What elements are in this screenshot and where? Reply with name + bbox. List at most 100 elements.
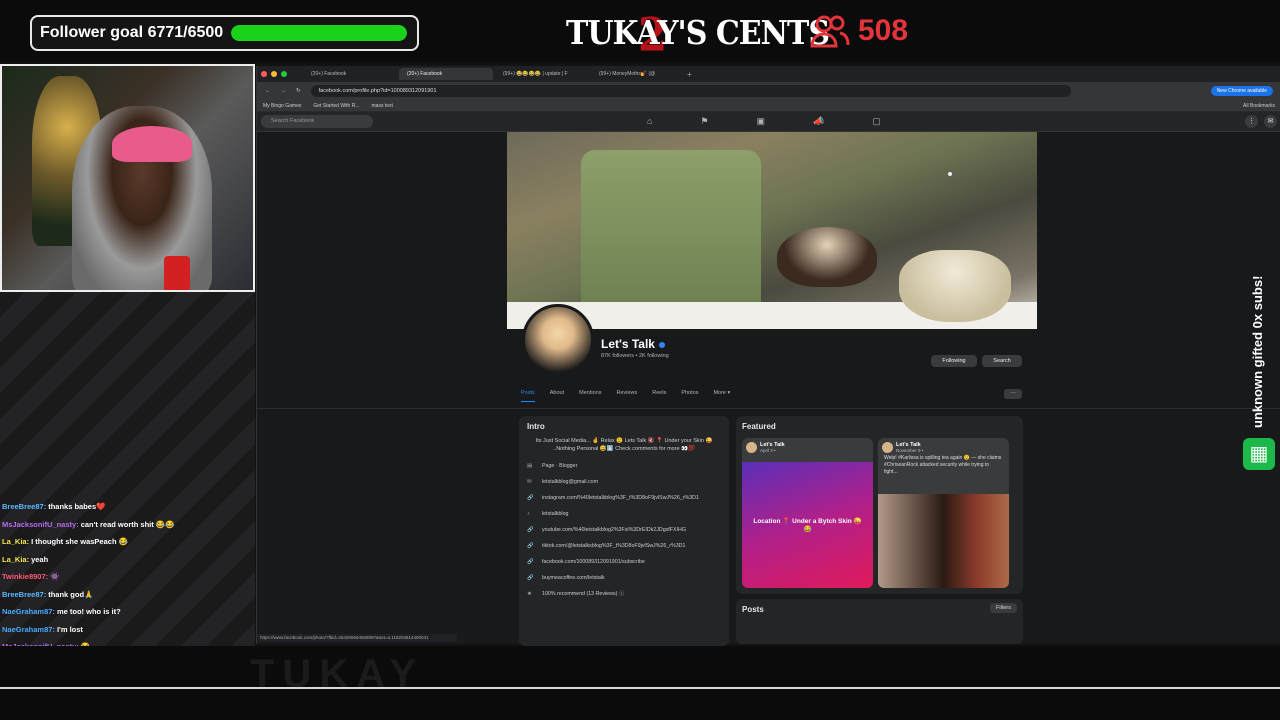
chat-text: me too! who is it? (56, 607, 121, 616)
featured-image (878, 494, 1009, 588)
chat-username[interactable]: La_Kia: (2, 537, 29, 546)
users-icon (810, 15, 850, 48)
gift-icon: ▦ (1243, 438, 1275, 470)
viewer-count-widget: 508 (810, 14, 908, 48)
filters-button[interactable]: Filters (990, 603, 1017, 613)
featured-item[interactable]: Let's Talk April 3 • Location 📍 Under a … (742, 438, 873, 588)
chat-text: thank god🙏 (48, 589, 94, 599)
all-bookmarks[interactable]: All Bookmarks (1243, 103, 1275, 109)
posts-card: Posts Filters (736, 599, 1023, 644)
divider (257, 408, 1280, 409)
flag-icon[interactable]: ⚑ (700, 116, 708, 127)
chat-message: BreeBree87: thanks babes❤️ (2, 498, 252, 516)
marketplace-icon[interactable]: ▣ (757, 116, 766, 127)
facebook-search-input[interactable]: Search Facebook (261, 115, 373, 128)
profile-avatar[interactable] (522, 304, 594, 376)
chat-username[interactable]: La_Kia: (2, 555, 29, 564)
tab-mentions[interactable]: Mentions (579, 390, 601, 402)
chat-text: yeah (31, 554, 49, 564)
gaming-icon[interactable]: ▢ (872, 116, 881, 127)
logo-text: TUKAY'S CENTS (566, 14, 830, 53)
intro-row-icon: ▤ (527, 463, 533, 469)
chat-username[interactable]: NaeGraham87: (2, 625, 55, 634)
intro-row[interactable]: 🔗 facebook.com/100089312091901/subscribe (527, 559, 721, 566)
stream-footer (0, 646, 1280, 720)
intro-row-icon: 🔗 (527, 527, 534, 533)
profile-search-button[interactable]: Search (982, 355, 1022, 367)
browser-tab[interactable]: (99+) MoneyMoths💅 (@ (591, 68, 685, 80)
tab-reels[interactable]: Reels (652, 390, 666, 402)
url-input[interactable]: facebook.com/profile.php?id=100089312091… (310, 85, 1071, 97)
browser-tab[interactable]: (99+) 😂😂😂😂 | update | F (495, 68, 589, 80)
tab-bar: (20+) Facebook (20+) Facebook (99+) 😂😂😂😂… (257, 66, 1280, 82)
back-icon[interactable]: ← (265, 88, 271, 94)
browser-tab-active[interactable]: (20+) Facebook (399, 68, 493, 80)
chat-username[interactable]: BreeBree87: (2, 590, 46, 599)
intro-row[interactable]: ★ 100% recommend (13 Reviews) ⓘ (527, 591, 721, 598)
facebook-navbar: Search Facebook ⌂ ⚑ ▣ 📣 ▢ ⋮ ✉ (257, 112, 1280, 132)
mouse-cursor (948, 172, 952, 176)
new-chrome-button[interactable]: New Chrome available (1210, 86, 1273, 96)
intro-row-text: letstalkblog (542, 511, 569, 517)
tab-about[interactable]: About (550, 390, 564, 402)
new-tab-icon[interactable]: + (687, 70, 692, 79)
browser-tab[interactable]: (20+) Facebook (303, 68, 397, 80)
chat-message: La_Kia: yeah (2, 551, 252, 569)
posts-title: Posts (742, 605, 764, 614)
footer-line (0, 687, 1280, 689)
intro-title: Intro (527, 422, 545, 431)
browser-window: (20+) Facebook (20+) Facebook (99+) 😂😂😂😂… (256, 66, 1280, 646)
tab-reviews[interactable]: Reviews (616, 390, 637, 402)
chat-text: can't read worth shit 😂😂 (80, 519, 175, 529)
forward-icon[interactable]: → (281, 88, 287, 94)
intro-row[interactable]: 🔗 buymeacoffee.com/letstalk (527, 575, 721, 582)
messenger-icon[interactable]: ✉ (1264, 115, 1277, 128)
featured-title: Featured (742, 422, 776, 431)
intro-row-icon: 🔗 (527, 575, 534, 581)
bookmark-item[interactable]: mass text (372, 103, 393, 109)
profile-stats[interactable]: 87K followers • 2K following (601, 353, 669, 359)
intro-row[interactable]: ♪ letstalkblog (527, 511, 721, 518)
reload-icon[interactable]: ↻ (296, 88, 301, 94)
chat-username[interactable]: Twinkie8907: (2, 572, 48, 581)
intro-row-icon: 🔗 (527, 495, 534, 501)
intro-row-icon: ★ (527, 591, 532, 597)
verified-icon (658, 341, 665, 348)
megaphone-icon[interactable]: 📣 (813, 116, 824, 127)
bookmark-item[interactable]: Get Started With R... (313, 103, 359, 109)
home-icon[interactable]: ⌂ (647, 116, 652, 127)
intro-row-icon: ♪ (527, 511, 530, 517)
intro-row[interactable]: ✉ letstalkblog@gmail.com (527, 479, 721, 486)
tab-photos[interactable]: Photos (681, 390, 698, 402)
chat-username[interactable]: BreeBree87: (2, 502, 46, 511)
intro-row[interactable]: 🔗 tiktok.com/@letstalksblog%3F_t%3D8oF9jv… (527, 543, 721, 550)
bookmarks-bar: My Bingo Games Get Started With R... mas… (257, 100, 1280, 112)
intro-row[interactable]: 🔗 instagram.com/%40letstalkblog%3F_t%3D8o… (527, 495, 721, 502)
more-options-button[interactable]: ··· (1004, 389, 1022, 399)
profile-tabs: Posts About Mentions Reviews Reels Photo… (521, 390, 730, 402)
following-button[interactable]: Following (931, 355, 977, 367)
tab-posts[interactable]: Posts (521, 390, 535, 402)
chat-text: I thought she wasPeach 😂 (31, 537, 128, 546)
address-bar-row: ← → ↻ facebook.com/profile.php?id=100089… (257, 82, 1280, 100)
cover-photo[interactable] (507, 132, 1037, 329)
intro-row[interactable]: 🔗 youtube.com/%40letstalkblog2%3Fsi%3DrEI… (527, 527, 721, 534)
intro-card: Intro Its Just Social Media... 🤞 Relax 😉… (519, 416, 729, 646)
intro-row-icon: ✉ (527, 479, 532, 485)
chat-username[interactable]: NaeGraham87: (2, 607, 55, 616)
window-controls[interactable] (261, 71, 287, 77)
intro-row-text: facebook.com/100089312091901/subscribe (542, 559, 645, 565)
follower-goal-label: Follower goal 6771/6500 (40, 24, 224, 41)
bookmark-item[interactable]: My Bingo Games (263, 103, 301, 109)
intro-row[interactable]: ▤ Page · Blogger (527, 463, 721, 470)
webcam-feed (0, 64, 255, 292)
avatar (882, 442, 893, 453)
menu-grid-icon[interactable]: ⋮ (1245, 115, 1258, 128)
sub-alert: unknown gifted 0x subs! (1250, 248, 1270, 428)
intro-row-text: 100% recommend (13 Reviews) ⓘ (542, 591, 625, 597)
chat-username[interactable]: MsJacksonifU_nasty: (2, 520, 79, 529)
tab-more[interactable]: More ▾ (713, 390, 730, 402)
featured-item[interactable]: Let's Talk November 9 • Welp! #Karlissa … (878, 438, 1009, 588)
chat-message: NaeGraham87: me too! who is it? (2, 603, 252, 621)
intro-row-text: tiktok.com/@letstalksblog%3F_t%3D8oF9jvl… (542, 543, 686, 549)
